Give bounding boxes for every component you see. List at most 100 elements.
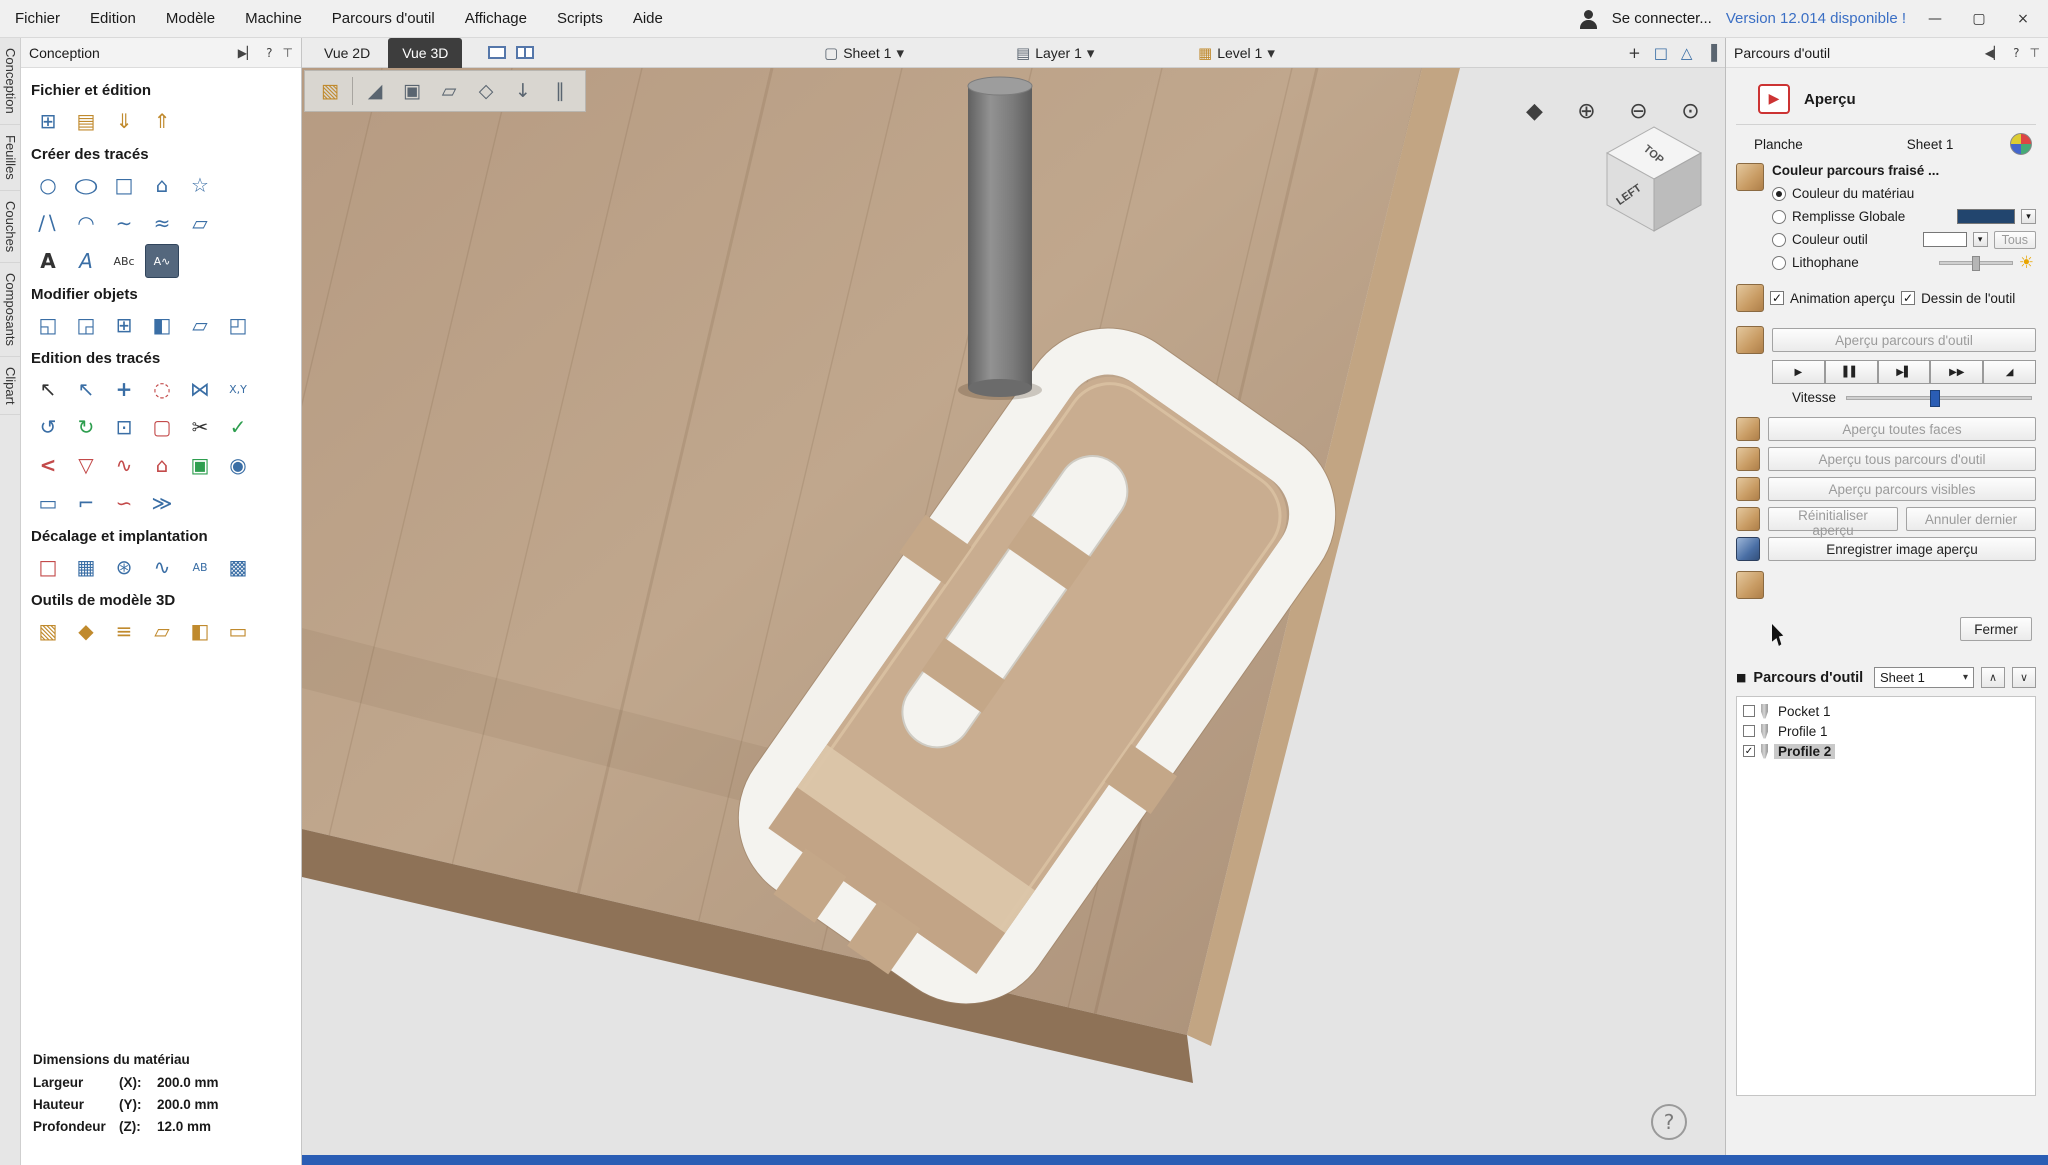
chevron-vector-icon[interactable]: ≫ (145, 486, 179, 520)
animation-checkbox[interactable] (1770, 291, 1784, 305)
move-toolpath-up-button[interactable]: ∧ (1981, 667, 2005, 688)
qr-code-icon[interactable]: ▩ (221, 550, 255, 584)
menu-item[interactable]: Affichage (450, 0, 542, 38)
draw-ellipse-icon[interactable]: ○ (61, 168, 110, 202)
select-vectors-icon[interactable]: ↖ (31, 372, 65, 406)
toolpath-sheet-dropdown[interactable]: Sheet 1 ▾ (1874, 667, 1974, 688)
sheet-selector[interactable]: ▢ Sheet 1 ▾ (824, 38, 904, 68)
auto-layout-text-icon[interactable]: A (69, 244, 103, 278)
iso-view-icon[interactable]: ◆ (1517, 94, 1552, 129)
zoom-out-icon[interactable]: ⊖ (1621, 94, 1656, 129)
edit-nodes-icon[interactable]: ↖ (69, 372, 103, 406)
solid-cube-icon[interactable]: ◇ (471, 76, 501, 106)
menu-item[interactable]: Aide (618, 0, 678, 38)
snap-grid-icon[interactable]: □ (1654, 44, 1668, 62)
minimize-button[interactable]: — (1920, 11, 1950, 27)
tool-color-swatch[interactable] (1923, 232, 1967, 247)
preview-action-button[interactable]: Aperçu toutes faces (1768, 417, 2036, 441)
side-tab[interactable]: Clipart (0, 357, 20, 416)
join-vectors-icon[interactable]: < (31, 448, 65, 482)
fit-curve-icon[interactable]: ∿ (107, 448, 141, 482)
draw-tool-checkbox[interactable] (1901, 291, 1915, 305)
import-vectors-icon[interactable]: ⇓ (107, 104, 141, 138)
text-on-curve-icon[interactable]: A∿ (145, 244, 179, 278)
help-icon[interactable]: ? (2013, 46, 2019, 60)
radio-material-color[interactable] (1772, 187, 1786, 201)
undo-last-button[interactable]: Annuler dernier (1906, 507, 2036, 531)
model-dome-icon[interactable]: ◆ (69, 614, 103, 648)
fit-points-icon[interactable]: ▽ (69, 448, 103, 482)
toolpath-item[interactable]: Profile 1 (1739, 721, 2033, 741)
weld-vectors-icon[interactable]: ⋈ (183, 372, 217, 406)
menu-item[interactable]: Modèle (151, 0, 230, 38)
mirror-objects-icon[interactable]: ◧ (145, 308, 179, 342)
offset-selection-icon[interactable]: □ (31, 550, 65, 584)
s-curve-icon[interactable]: ∽ (107, 486, 141, 520)
radio-global-fill[interactable] (1772, 210, 1786, 224)
preview-action-button[interactable]: Aperçu parcours visibles (1768, 477, 2036, 501)
new-drawing-icon[interactable]: ⊞ (31, 104, 65, 138)
zoom-extents-icon[interactable]: ⊙ (1673, 94, 1708, 129)
draw-text-icon[interactable]: A (31, 244, 65, 278)
draw-polygon-icon[interactable]: ⌂ (145, 168, 179, 202)
radio-lithophane[interactable] (1772, 256, 1786, 270)
toolpath-visibility-checkbox[interactable] (1743, 705, 1755, 717)
rounded-rect-icon[interactable]: ▭ (31, 486, 65, 520)
help-button[interactable]: ? (1651, 1104, 1687, 1140)
corner-fillet-icon[interactable]: ⌐ (69, 486, 103, 520)
draw-curve-icon[interactable]: ∼ (107, 206, 141, 240)
model-base-icon[interactable]: ▭ (221, 614, 255, 648)
tous-button[interactable]: Tous (1994, 231, 2036, 249)
side-tab[interactable]: Feuilles (0, 125, 20, 191)
play-button[interactable]: ▶ (1772, 360, 1825, 384)
toolpath-visibility-checkbox[interactable] (1743, 725, 1755, 737)
model-stack-icon[interactable]: ≡ (107, 614, 141, 648)
draw-arc-icon[interactable]: ◠ (69, 206, 103, 240)
radio-tool-color[interactable] (1772, 233, 1786, 247)
circular-array-icon[interactable]: ⊛ (107, 550, 141, 584)
maximize-button[interactable]: ▢ (1964, 11, 1994, 27)
move-copy-icon[interactable]: ⊡ (107, 410, 141, 444)
chevron-down-icon[interactable]: ▾ (2021, 209, 2036, 224)
move-nodes-icon[interactable]: + (107, 372, 141, 406)
toolpath-item[interactable]: Profile 2 (1739, 741, 2033, 761)
open-drawing-icon[interactable]: ▤ (69, 104, 103, 138)
export-print-icon[interactable]: ⇑ (145, 104, 179, 138)
drill-preview-icon[interactable]: ↓ (508, 76, 538, 106)
nesting-icon[interactable]: AB (183, 550, 217, 584)
preview-action-button[interactable]: Aperçu tous parcours d'outil (1768, 447, 2036, 471)
material-setup-icon[interactable]: ▧ (315, 76, 345, 106)
version-link[interactable]: Version 12.014 disponible ! (1726, 10, 1906, 27)
3d-view-canvas[interactable]: TOP LEFT (302, 68, 1725, 1155)
tab-vue-3d[interactable]: Vue 3D (388, 38, 462, 68)
transform-objects-icon[interactable]: ◱ (31, 308, 65, 342)
smart-snap-icon[interactable]: △ (1681, 44, 1693, 62)
reset-preview-button[interactable]: Réinitialiser aperçu (1768, 507, 1898, 531)
draw-circle-icon[interactable]: ○ (31, 168, 65, 202)
model-slab-icon[interactable]: ▧ (31, 614, 65, 648)
model-plane-icon[interactable]: ▱ (145, 614, 179, 648)
pin-icon[interactable]: ⊤ (283, 46, 293, 60)
copy-vectors-icon[interactable]: ↻ (69, 410, 103, 444)
chevron-down-icon[interactable]: ▾ (1973, 232, 1988, 247)
run-to-end-button[interactable]: ◢ (1983, 360, 2036, 384)
split-view-icon[interactable] (516, 46, 534, 59)
side-tab[interactable]: Composants (0, 263, 20, 357)
delete-preview-icon[interactable] (1736, 571, 1764, 599)
menu-item[interactable]: Scripts (542, 0, 618, 38)
menu-item[interactable]: Parcours d'outil (317, 0, 450, 38)
dock-panel-icon[interactable]: ◀▏ (1985, 46, 2003, 60)
fill-color-swatch[interactable] (1957, 209, 2015, 224)
zoom-in-icon[interactable]: ⊕ (1569, 94, 1604, 129)
help-icon[interactable]: ? (266, 46, 272, 60)
convert-text-icon[interactable]: ABc (107, 244, 141, 278)
fast-forward-button[interactable]: ▶▶ (1930, 360, 1983, 384)
group-objects-icon[interactable]: ◰ (221, 308, 255, 342)
slider-handle[interactable] (1972, 256, 1980, 271)
align-objects-icon[interactable]: ⊞ (107, 308, 141, 342)
snap-geometry-icon[interactable]: + (1628, 44, 1641, 62)
menu-item[interactable]: Machine (230, 0, 317, 38)
trace-bitmap-icon[interactable]: ▣ (183, 448, 217, 482)
draw-freehand-icon[interactable]: ≈ (145, 206, 179, 240)
menu-item[interactable]: Edition (75, 0, 151, 38)
